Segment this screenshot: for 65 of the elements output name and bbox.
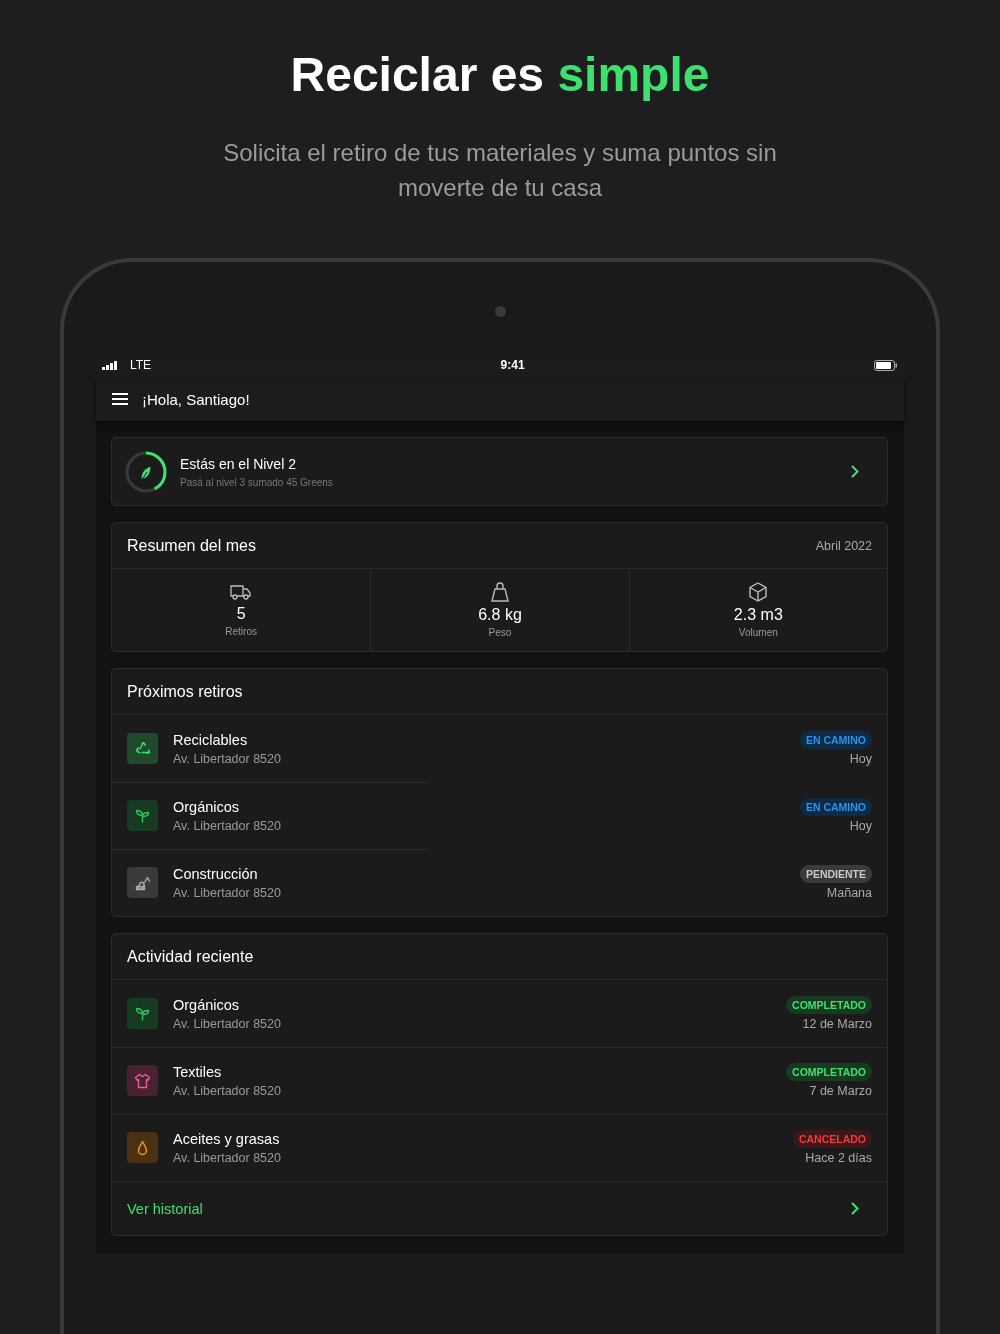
address: Av. Libertador 8520	[173, 1016, 282, 1031]
status-badge: COMPLETADO	[786, 996, 872, 1014]
stat-value: 2.3 m3	[733, 606, 783, 624]
pickup-row[interactable]: Textiles Av. Libertador 8520 COMPLETADO 7 de Marzo	[112, 1047, 887, 1114]
period-label: Abril 2022	[815, 538, 872, 553]
pickup-row[interactable]: Construcción Av. Libertador 8520 PENDIENTE Mañana	[112, 849, 887, 916]
shirt-icon	[127, 1065, 158, 1096]
card-title: Resumen del mes	[127, 536, 256, 555]
status-badge: PENDIENTE	[799, 865, 872, 883]
level-title: Estás en el Nivel 2	[180, 455, 297, 472]
date-label: Mañana	[826, 886, 872, 900]
status-badge: COMPLETADO	[786, 1063, 872, 1081]
date-label: Hace 2 días	[805, 1151, 872, 1165]
stat-value: 6.8 kg	[478, 606, 522, 624]
card-title: Próximos retiros	[127, 682, 243, 701]
stat-label: Retiros	[225, 626, 257, 637]
pickup-row[interactable]: Aceites y grasas Av. Libertador 8520 CANCELADO Hace 2 días	[112, 1114, 887, 1181]
material-name: Orgánicos	[173, 996, 241, 1013]
material-name: Orgánicos	[173, 798, 241, 815]
level-card[interactable]: Estás en el Nivel 2 Pasá al nivel 3 sumado 45 Greens	[111, 437, 888, 506]
chevron-right-icon	[851, 465, 859, 478]
pickup-row[interactable]: Orgánicos Av. Libertador 8520 COMPLETADO 12 de Marzo	[112, 980, 887, 1047]
level-hint: Pasá al nivel 3 sumado 45 Greens	[180, 476, 334, 488]
sprout-icon	[127, 800, 158, 831]
menu-icon[interactable]	[112, 393, 128, 405]
date-label: 12 de Marzo	[802, 1017, 872, 1031]
date-label: 7 de Marzo	[809, 1084, 872, 1098]
status-badge: EN CAMINO	[799, 731, 872, 749]
leaf-icon	[140, 464, 152, 481]
material-name: Reciclables	[173, 731, 249, 748]
history-link[interactable]: Ver historial	[127, 1200, 203, 1217]
recycle-icon	[127, 733, 158, 764]
chevron-right-icon	[851, 1202, 859, 1215]
stat-label: Peso	[488, 627, 512, 638]
pickup-row[interactable]: Orgánicos Av. Libertador 8520 EN CAMINO Hoy	[112, 782, 887, 849]
stat-label: Volumen	[738, 627, 778, 638]
date-label: Hoy	[849, 752, 872, 766]
address: Av. Libertador 8520	[173, 1083, 282, 1098]
camera-dot	[494, 306, 506, 317]
excavator-icon	[127, 867, 158, 898]
drop-icon	[127, 1132, 158, 1163]
address: Av. Libertador 8520	[173, 885, 282, 900]
material-name: Textiles	[173, 1063, 223, 1080]
stat-value: 5	[236, 605, 246, 623]
carrier-label: LTE	[130, 358, 152, 372]
bag-icon	[491, 582, 509, 602]
cube-icon	[748, 582, 769, 602]
material-name: Construcción	[173, 865, 259, 882]
address: Av. Libertador 8520	[173, 818, 282, 833]
status-badge: EN CAMINO	[799, 798, 872, 816]
material-name: Aceites y grasas	[173, 1130, 281, 1147]
pickup-row[interactable]: Reciclables Av. Libertador 8520 EN CAMINO Hoy	[112, 715, 887, 782]
sprout-icon	[127, 998, 158, 1029]
greeting: ¡Hola, Santiago!	[142, 390, 250, 408]
subtitle: Solicita el retiro de tus materiales y suma puntos sin moverte de tu casa	[222, 138, 778, 203]
date-label: Hoy	[849, 819, 872, 833]
address: Av. Libertador 8520	[173, 751, 282, 766]
clock: 9:41	[499, 358, 526, 372]
headline: Reciclar es simple	[290, 47, 710, 103]
signal-icon	[102, 360, 118, 370]
status-badge: CANCELADO	[792, 1130, 872, 1148]
address: Av. Libertador 8520	[173, 1150, 282, 1165]
truck-icon	[230, 583, 253, 601]
card-title: Actividad reciente	[127, 947, 254, 966]
battery-icon	[874, 359, 898, 371]
